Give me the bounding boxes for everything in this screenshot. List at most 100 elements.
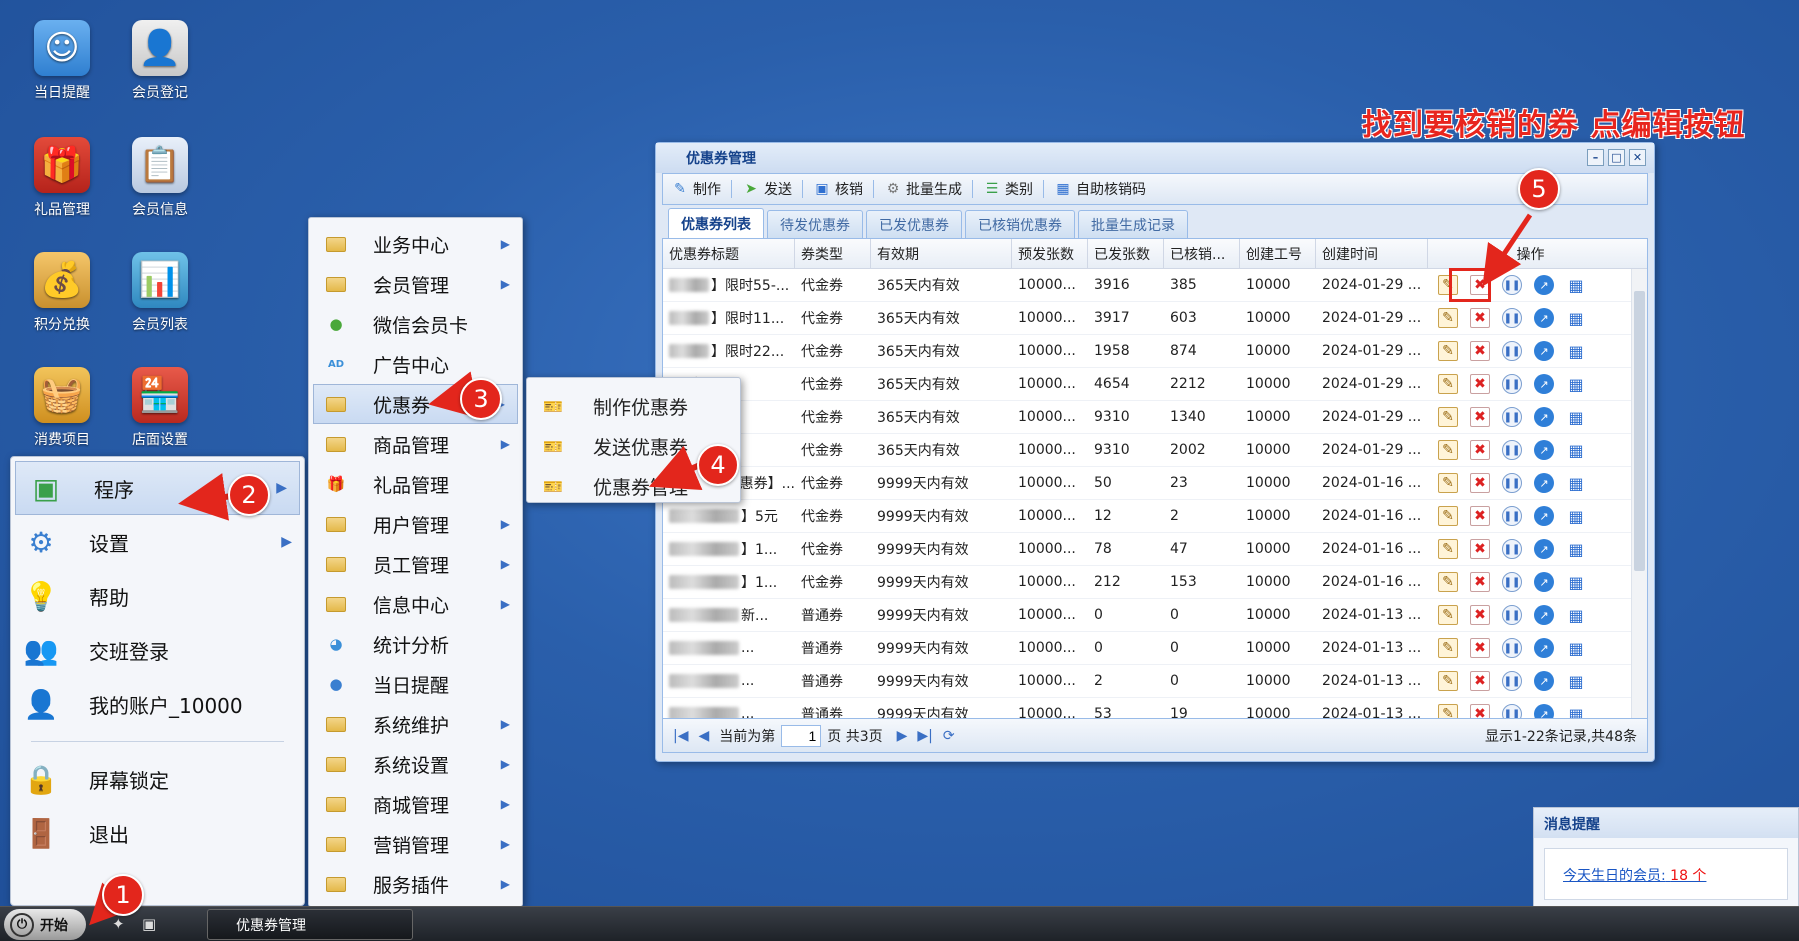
program-menu-item[interactable]: 员工管理 ▶ xyxy=(309,544,522,584)
close-button[interactable]: ✕ xyxy=(1629,149,1646,166)
program-menu-item[interactable]: ◕ 统计分析 xyxy=(309,624,522,664)
share-icon[interactable]: ↗ xyxy=(1534,605,1554,625)
column-header-creator[interactable]: 创建工号 xyxy=(1240,239,1316,268)
desktop-icon-basket[interactable]: 🧺 消费项目 xyxy=(12,367,112,449)
desktop-icon-member-register[interactable]: 👤 会员登记 xyxy=(110,20,210,102)
send-button[interactable]: ➤ 发送 xyxy=(742,179,792,199)
delete-icon[interactable]: ✖ xyxy=(1470,341,1490,361)
table-row[interactable]: 】1... 代金券 9999天内有效 10000... 78 47 10000 2024-01… xyxy=(663,533,1647,566)
pause-icon[interactable]: ❚❚ xyxy=(1502,572,1522,592)
share-icon[interactable]: ↗ xyxy=(1534,638,1554,658)
pause-icon[interactable]: ❚❚ xyxy=(1502,407,1522,427)
program-menu-item[interactable]: AD 广告中心 xyxy=(309,344,522,384)
share-icon[interactable]: ↗ xyxy=(1534,539,1554,559)
pause-icon[interactable]: ❚❚ xyxy=(1502,308,1522,328)
table-row[interactable]: 新... 普通券 9999天内有效 10000... 0 0 10000 2024-01-13… xyxy=(663,599,1647,632)
program-menu-item[interactable]: 信息中心 ▶ xyxy=(309,584,522,624)
delete-icon[interactable]: ✖ xyxy=(1470,440,1490,460)
edit-icon[interactable]: ✎ xyxy=(1438,671,1458,691)
pause-icon[interactable]: ❚❚ xyxy=(1502,440,1522,460)
qr-code-icon[interactable]: ▦ xyxy=(1566,374,1586,394)
tab-sent-coupons[interactable]: 已发优惠券 xyxy=(866,210,962,238)
table-row[interactable]: 】限时22... 代金券 365天内有效 10000... 1958 874 10000 20… xyxy=(663,335,1647,368)
qr-code-icon[interactable]: ▦ xyxy=(1566,506,1586,526)
qr-code-icon[interactable]: ▦ xyxy=(1566,473,1586,493)
window-title-bar[interactable]: 优惠券管理 – □ ✕ xyxy=(656,143,1654,173)
column-header-verified[interactable]: 已核销... xyxy=(1164,239,1240,268)
program-menu-item[interactable]: 系统维护 ▶ xyxy=(309,704,522,744)
pause-icon[interactable]: ❚❚ xyxy=(1502,671,1522,691)
pause-icon[interactable]: ❚❚ xyxy=(1502,275,1522,295)
delete-icon[interactable]: ✖ xyxy=(1470,638,1490,658)
edit-icon[interactable]: ✎ xyxy=(1438,638,1458,658)
pause-icon[interactable]: ❚❚ xyxy=(1502,605,1522,625)
delete-icon[interactable]: ✖ xyxy=(1470,473,1490,493)
table-row[interactable]: 】限时55-... 代金券 365天内有效 10000... 3916 385 10000 2… xyxy=(663,269,1647,302)
start-menu-item-help[interactable]: 💡 帮助 xyxy=(11,569,304,623)
edit-icon[interactable]: ✎ xyxy=(1438,407,1458,427)
delete-icon[interactable]: ✖ xyxy=(1470,671,1490,691)
edit-icon[interactable]: ✎ xyxy=(1438,506,1458,526)
qr-code-icon[interactable]: ▦ xyxy=(1566,407,1586,427)
last-page-icon[interactable]: ▶| xyxy=(917,728,932,744)
delete-icon[interactable]: ✖ xyxy=(1470,704,1490,718)
share-icon[interactable]: ↗ xyxy=(1534,308,1554,328)
pause-icon[interactable]: ❚❚ xyxy=(1502,341,1522,361)
grid-scrollbar[interactable] xyxy=(1631,269,1647,718)
refresh-icon[interactable]: ⟳ xyxy=(943,728,955,744)
share-icon[interactable]: ↗ xyxy=(1534,704,1554,718)
qr-code-icon[interactable]: ▦ xyxy=(1566,308,1586,328)
self-verify-code-button[interactable]: ▦ 自助核销码 xyxy=(1054,179,1146,199)
edit-icon[interactable]: ✎ xyxy=(1438,605,1458,625)
menu-item-make-coupon[interactable]: 🎫 制作优惠券 xyxy=(527,386,740,426)
start-menu-item-my-account[interactable]: 👤 我的账户_10000 xyxy=(11,677,304,731)
desktop-icon-member-list[interactable]: 📊 会员列表 xyxy=(110,252,210,334)
start-menu-item-exit[interactable]: 🚪 退出 xyxy=(11,806,304,860)
table-row[interactable]: ... 普通券 9999天内有效 10000... 0 0 10000 2024-01-13 … xyxy=(663,632,1647,665)
share-icon[interactable]: ↗ xyxy=(1534,275,1554,295)
table-row[interactable]: 】限时11... 代金券 365天内有效 10000... 3917 603 10000 20… xyxy=(663,302,1647,335)
table-row[interactable]: 限时22...代金券365天内有效10000...465422121000020… xyxy=(663,368,1647,401)
delete-icon[interactable]: ✖ xyxy=(1470,506,1490,526)
delete-icon[interactable]: ✖ xyxy=(1470,374,1490,394)
column-header-sent[interactable]: 已发张数 xyxy=(1088,239,1164,268)
delete-icon[interactable]: ✖ xyxy=(1470,308,1490,328)
next-page-icon[interactable]: ▶ xyxy=(897,728,908,744)
start-menu-item-shift-login[interactable]: 👥 交班登录 xyxy=(11,623,304,677)
column-header-created-time[interactable]: 创建时间 xyxy=(1316,239,1428,268)
qr-code-icon[interactable]: ▦ xyxy=(1566,671,1586,691)
program-menu-item[interactable]: 业务中心 ▶ xyxy=(309,224,522,264)
qr-code-icon[interactable]: ▦ xyxy=(1566,704,1586,719)
column-header-title[interactable]: 优惠券标题 xyxy=(663,239,795,268)
page-number-input[interactable] xyxy=(781,724,822,747)
table-row[interactable]: 惠券】... 代金券 9999天内有效 10000... 50 23 10000 2024-0… xyxy=(663,467,1647,500)
scrollbar-thumb[interactable] xyxy=(1634,291,1645,571)
desktop-icon-reminder[interactable]: ☺ 当日提醒 xyxy=(12,20,112,102)
taskbar-item-coupon-management[interactable]: 优惠券管理 xyxy=(207,909,413,940)
column-header-type[interactable]: 券类型 xyxy=(795,239,871,268)
column-header-pre-issue[interactable]: 预发张数 xyxy=(1012,239,1088,268)
share-icon[interactable]: ↗ xyxy=(1534,440,1554,460)
share-icon[interactable]: ↗ xyxy=(1534,473,1554,493)
table-row[interactable]: 】5元 代金券 9999天内有效 10000... 12 2 10000 2024-01-16… xyxy=(663,500,1647,533)
share-icon[interactable]: ↗ xyxy=(1534,671,1554,691)
edit-icon[interactable]: ✎ xyxy=(1438,704,1458,718)
table-row[interactable]: 限时55-...代金券365天内有效10000...93101340100002… xyxy=(663,401,1647,434)
make-button[interactable]: ✎ 制作 xyxy=(671,179,721,199)
pause-icon[interactable]: ❚❚ xyxy=(1502,374,1522,394)
edit-icon[interactable]: ✎ xyxy=(1438,308,1458,328)
column-header-valid[interactable]: 有效期 xyxy=(871,239,1012,268)
share-icon[interactable]: ↗ xyxy=(1534,572,1554,592)
program-menu-item[interactable]: 商品管理 ▶ xyxy=(309,424,522,464)
delete-icon[interactable]: ✖ xyxy=(1470,539,1490,559)
program-menu-item[interactable]: 会员管理 ▶ xyxy=(309,264,522,304)
edit-icon[interactable]: ✎ xyxy=(1438,341,1458,361)
program-menu-item[interactable]: 商城管理 ▶ xyxy=(309,784,522,824)
batch-generate-button[interactable]: ⚙ 批量生成 xyxy=(884,179,962,199)
table-row[interactable]: 】1... 代金券 9999天内有效 10000... 212 153 10000 2024-… xyxy=(663,566,1647,599)
maximize-button[interactable]: □ xyxy=(1608,149,1625,166)
birthday-notice-link[interactable]: 今天生日的会员: 18 个 xyxy=(1544,848,1788,900)
tab-pending-coupons[interactable]: 待发优惠券 xyxy=(767,210,863,238)
qr-code-icon[interactable]: ▦ xyxy=(1566,440,1586,460)
verify-button[interactable]: ▣ 核销 xyxy=(813,179,863,199)
